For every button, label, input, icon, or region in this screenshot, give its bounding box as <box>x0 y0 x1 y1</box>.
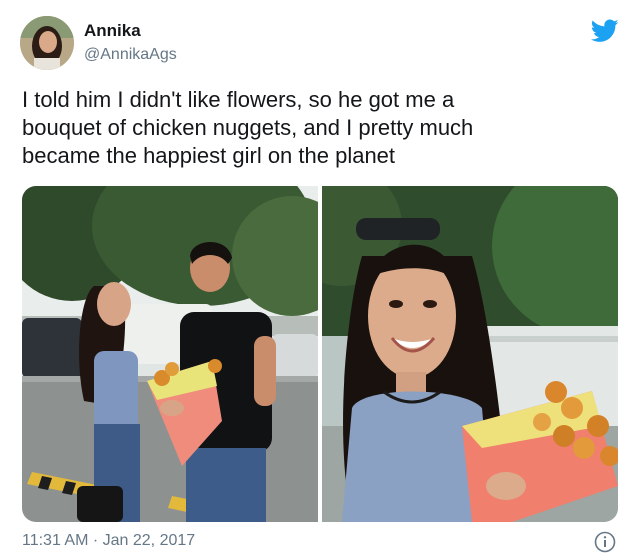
twitter-bird-icon[interactable] <box>590 19 619 43</box>
tweet-text-line: I told him I didn't like flowers, so he … <box>22 87 455 112</box>
avatar[interactable] <box>20 16 74 70</box>
tweet-photo-portrait[interactable] <box>322 186 618 522</box>
tweet-photo-couple[interactable] <box>22 186 318 522</box>
tweet-card: Annika @AnnikaAgs I told him I didn't li… <box>0 0 640 560</box>
tweet-text: I told him I didn't like flowers, so he … <box>22 86 618 170</box>
username-handle[interactable]: @AnnikaAgs <box>84 46 177 64</box>
tweet-timestamp[interactable]: 11:31 AM · Jan 22, 2017 <box>22 532 195 550</box>
display-name[interactable]: Annika <box>84 21 141 41</box>
tweet-text-line: bouquet of chicken nuggets, and I pretty… <box>22 115 474 140</box>
info-icon[interactable] <box>594 531 616 553</box>
tweet-text-line: became the happiest girl on the planet <box>22 143 396 168</box>
